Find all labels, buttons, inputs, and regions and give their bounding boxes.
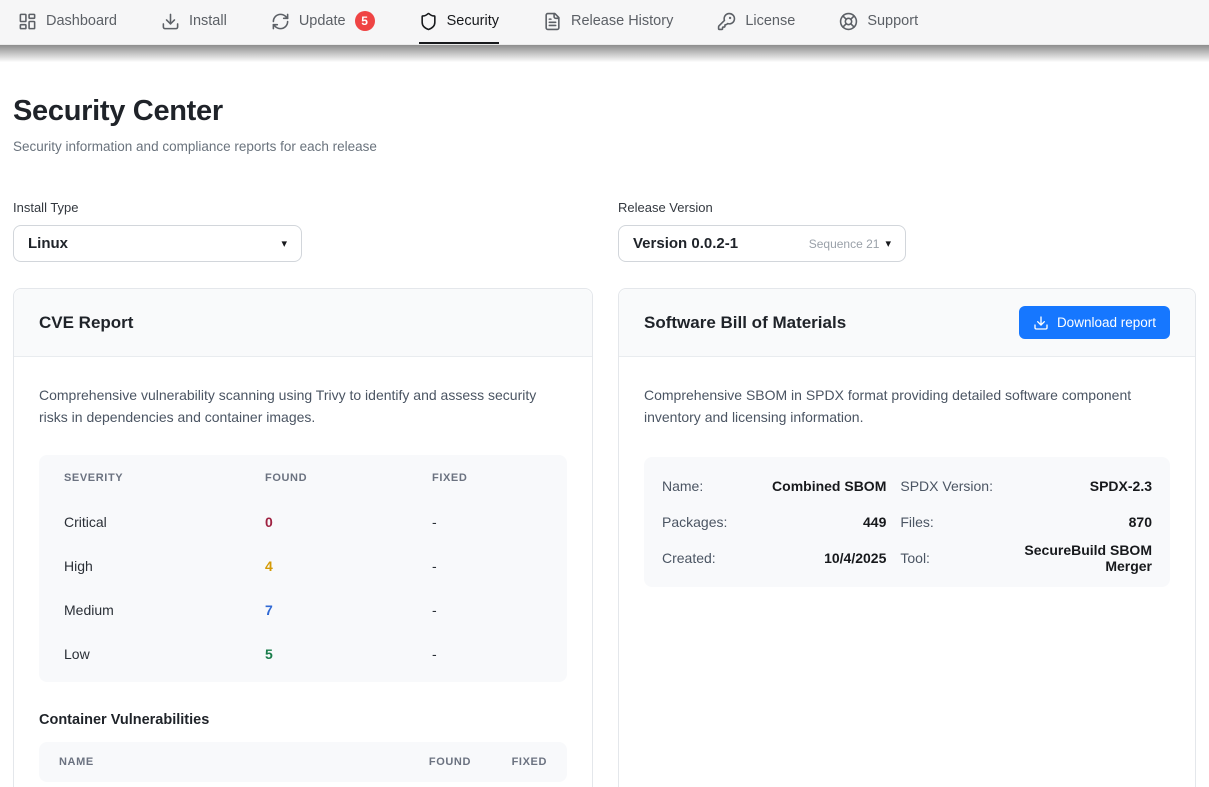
install-type-value: Linux (28, 235, 68, 252)
sbom-detail-label: SPDX Version: (900, 468, 993, 504)
nav-label: Update (299, 13, 346, 29)
cards-row: CVE Report Comprehensive vulnerability s… (13, 288, 1196, 787)
sbom-details-grid: Name: Combined SBOM SPDX Version: SPDX-2… (644, 457, 1170, 587)
sbom-detail-label: Created: (662, 540, 727, 576)
column-header-severity: Severity (64, 472, 265, 484)
sbom-detail-label: Tool: (900, 540, 993, 576)
page-subtitle: Security information and compliance repo… (13, 139, 1196, 154)
cve-report-title: CVE Report (39, 313, 133, 333)
column-header-found: Found (409, 756, 471, 768)
refresh-icon (271, 12, 290, 31)
column-header-fixed: Fixed (432, 472, 567, 484)
cve-report-card: CVE Report Comprehensive vulnerability s… (13, 288, 593, 787)
sbom-card: Software Bill of Materials Download repo… (618, 288, 1196, 787)
found-count: 5 (265, 646, 432, 662)
release-sequence: Sequence 21 ▾ (809, 237, 891, 251)
sbom-body: Comprehensive SBOM in SPDX format provid… (619, 357, 1195, 615)
key-icon (717, 12, 736, 31)
nav-label: License (745, 13, 795, 29)
install-type-filter: Install Type Linux ▾ (13, 200, 593, 262)
download-report-button[interactable]: Download report (1019, 306, 1170, 339)
cve-report-header: CVE Report (14, 289, 592, 357)
update-count-badge: 5 (355, 11, 375, 31)
table-row-low: Low 5 - (39, 632, 567, 676)
download-icon (161, 12, 180, 31)
nav-label: Dashboard (46, 13, 117, 29)
fixed-count: - (432, 514, 567, 530)
sbom-detail-value: Combined SBOM (741, 468, 886, 504)
severity-label: Low (64, 646, 265, 662)
download-icon (1033, 315, 1049, 331)
release-version-label: Release Version (618, 200, 1196, 215)
nav-item-dashboard[interactable]: Dashboard (18, 0, 117, 44)
top-nav: Dashboard Install Update 5 Security Rele… (0, 0, 1209, 45)
severity-table-header: Severity Found Fixed (39, 456, 567, 500)
severity-label: Critical (64, 514, 265, 530)
release-version-value: Version 0.0.2-1 (633, 235, 738, 252)
install-type-select[interactable]: Linux ▾ (13, 225, 302, 262)
sbom-detail-value: SPDX-2.3 (1007, 468, 1152, 504)
sequence-label: Sequence 21 (809, 237, 880, 251)
nav-label: Release History (571, 13, 673, 29)
download-report-label: Download report (1057, 315, 1156, 330)
filters-row: Install Type Linux ▾ Release Version Ver… (13, 200, 1196, 262)
shield-icon (419, 12, 438, 31)
fixed-count: - (432, 602, 567, 618)
sbom-description: Comprehensive SBOM in SPDX format provid… (644, 385, 1170, 428)
container-table-header: Name Found Fixed (39, 742, 567, 782)
nav-item-release-history[interactable]: Release History (543, 0, 673, 44)
sbom-detail-label: Packages: (662, 504, 727, 540)
found-count: 0 (265, 514, 432, 530)
cve-report-body: Comprehensive vulnerability scanning usi… (14, 357, 592, 787)
main-content: Security Center Security information and… (0, 95, 1209, 787)
sbom-detail-label: Files: (900, 504, 993, 540)
chevron-down-icon: ▾ (885, 237, 891, 250)
column-header-name: Name (59, 756, 385, 768)
chevron-down-icon: ▾ (281, 237, 287, 250)
severity-label: Medium (64, 602, 265, 618)
sbom-title: Software Bill of Materials (644, 313, 846, 333)
install-type-label: Install Type (13, 200, 593, 215)
sbom-detail-value: 10/4/2025 (741, 540, 886, 576)
cve-report-description: Comprehensive vulnerability scanning usi… (39, 385, 567, 428)
fixed-count: - (432, 558, 567, 574)
found-count: 7 (265, 602, 432, 618)
severity-table: Severity Found Fixed Critical 0 - High 4… (39, 455, 567, 682)
nav-label: Install (189, 13, 227, 29)
column-header-found: Found (265, 472, 432, 484)
sbom-detail-value: 870 (1007, 504, 1152, 540)
dashboard-icon (18, 12, 37, 31)
release-version-select[interactable]: Version 0.0.2-1 Sequence 21 ▾ (618, 225, 906, 262)
nav-item-support[interactable]: Support (839, 0, 918, 44)
sbom-detail-value: SecureBuild SBOM Merger (1007, 540, 1152, 576)
container-vulnerabilities-title: Container Vulnerabilities (39, 712, 567, 728)
table-row-high: High 4 - (39, 544, 567, 588)
nav-label: Support (867, 13, 918, 29)
sbom-header: Software Bill of Materials Download repo… (619, 289, 1195, 357)
nav-item-install[interactable]: Install (161, 0, 227, 44)
sbom-detail-value: 449 (741, 504, 886, 540)
lifebuoy-icon (839, 12, 858, 31)
release-version-filter: Release Version Version 0.0.2-1 Sequence… (618, 200, 1196, 262)
nav-label: Security (447, 13, 499, 29)
nav-item-update[interactable]: Update 5 (271, 0, 375, 44)
nav-item-license[interactable]: License (717, 0, 795, 44)
table-row-critical: Critical 0 - (39, 500, 567, 544)
severity-label: High (64, 558, 265, 574)
table-row-medium: Medium 7 - (39, 588, 567, 632)
sbom-detail-label: Name: (662, 468, 727, 504)
fixed-count: - (432, 646, 567, 662)
page-title: Security Center (13, 95, 1196, 128)
header-shadow (0, 45, 1209, 62)
found-count: 4 (265, 558, 432, 574)
document-icon (543, 12, 562, 31)
column-header-fixed: Fixed (495, 756, 547, 768)
nav-item-security[interactable]: Security (419, 0, 499, 44)
